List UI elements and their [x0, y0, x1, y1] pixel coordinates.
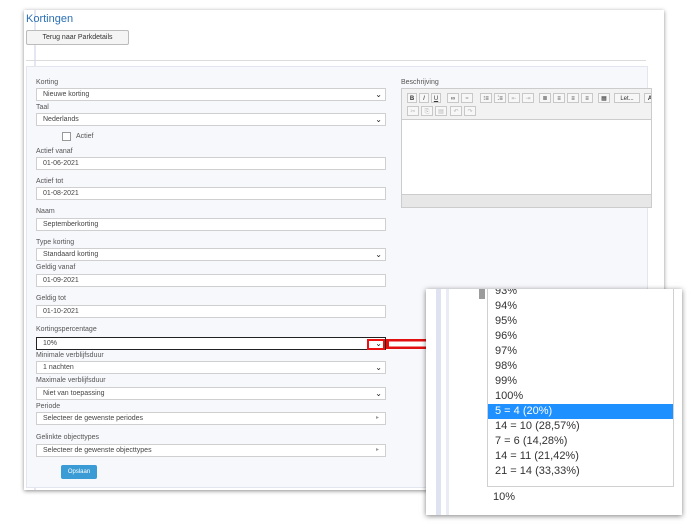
zoom-border-strip [436, 289, 441, 515]
dropdown-option[interactable]: 14 = 10 (28,57%) [488, 419, 673, 434]
dropdown-option[interactable]: 98% [488, 359, 673, 374]
dropdown-option[interactable]: 99% [488, 374, 673, 389]
kortingspercentage-dropdown-list[interactable]: 93% 94% 95% 96% 97% 98% 99% 100% 5 = 4 (… [487, 289, 674, 487]
zoom-marker [479, 289, 485, 299]
dropdown-option[interactable]: 97% [488, 344, 673, 359]
dropdown-option[interactable]: 21 = 14 (33,33%) [488, 464, 673, 479]
dropdown-option[interactable]: 94% [488, 299, 673, 314]
zoom-current-value: 10% [493, 491, 516, 503]
dropdown-option[interactable]: 100% [488, 389, 673, 404]
dropdown-option-selected[interactable]: 5 = 4 (20%) [488, 404, 673, 419]
dropdown-option[interactable]: 95% [488, 314, 673, 329]
dropdown-option[interactable]: 93% [488, 289, 673, 299]
dropdown-option[interactable]: 7 = 6 (14,28%) [488, 434, 673, 449]
zoom-border-strip [446, 289, 449, 515]
zoomed-dropdown-callout: 93% 94% 95% 96% 97% 98% 99% 100% 5 = 4 (… [426, 289, 682, 515]
dropdown-option[interactable]: 96% [488, 329, 673, 344]
dropdown-option[interactable]: 14 = 11 (21,42%) [488, 449, 673, 464]
